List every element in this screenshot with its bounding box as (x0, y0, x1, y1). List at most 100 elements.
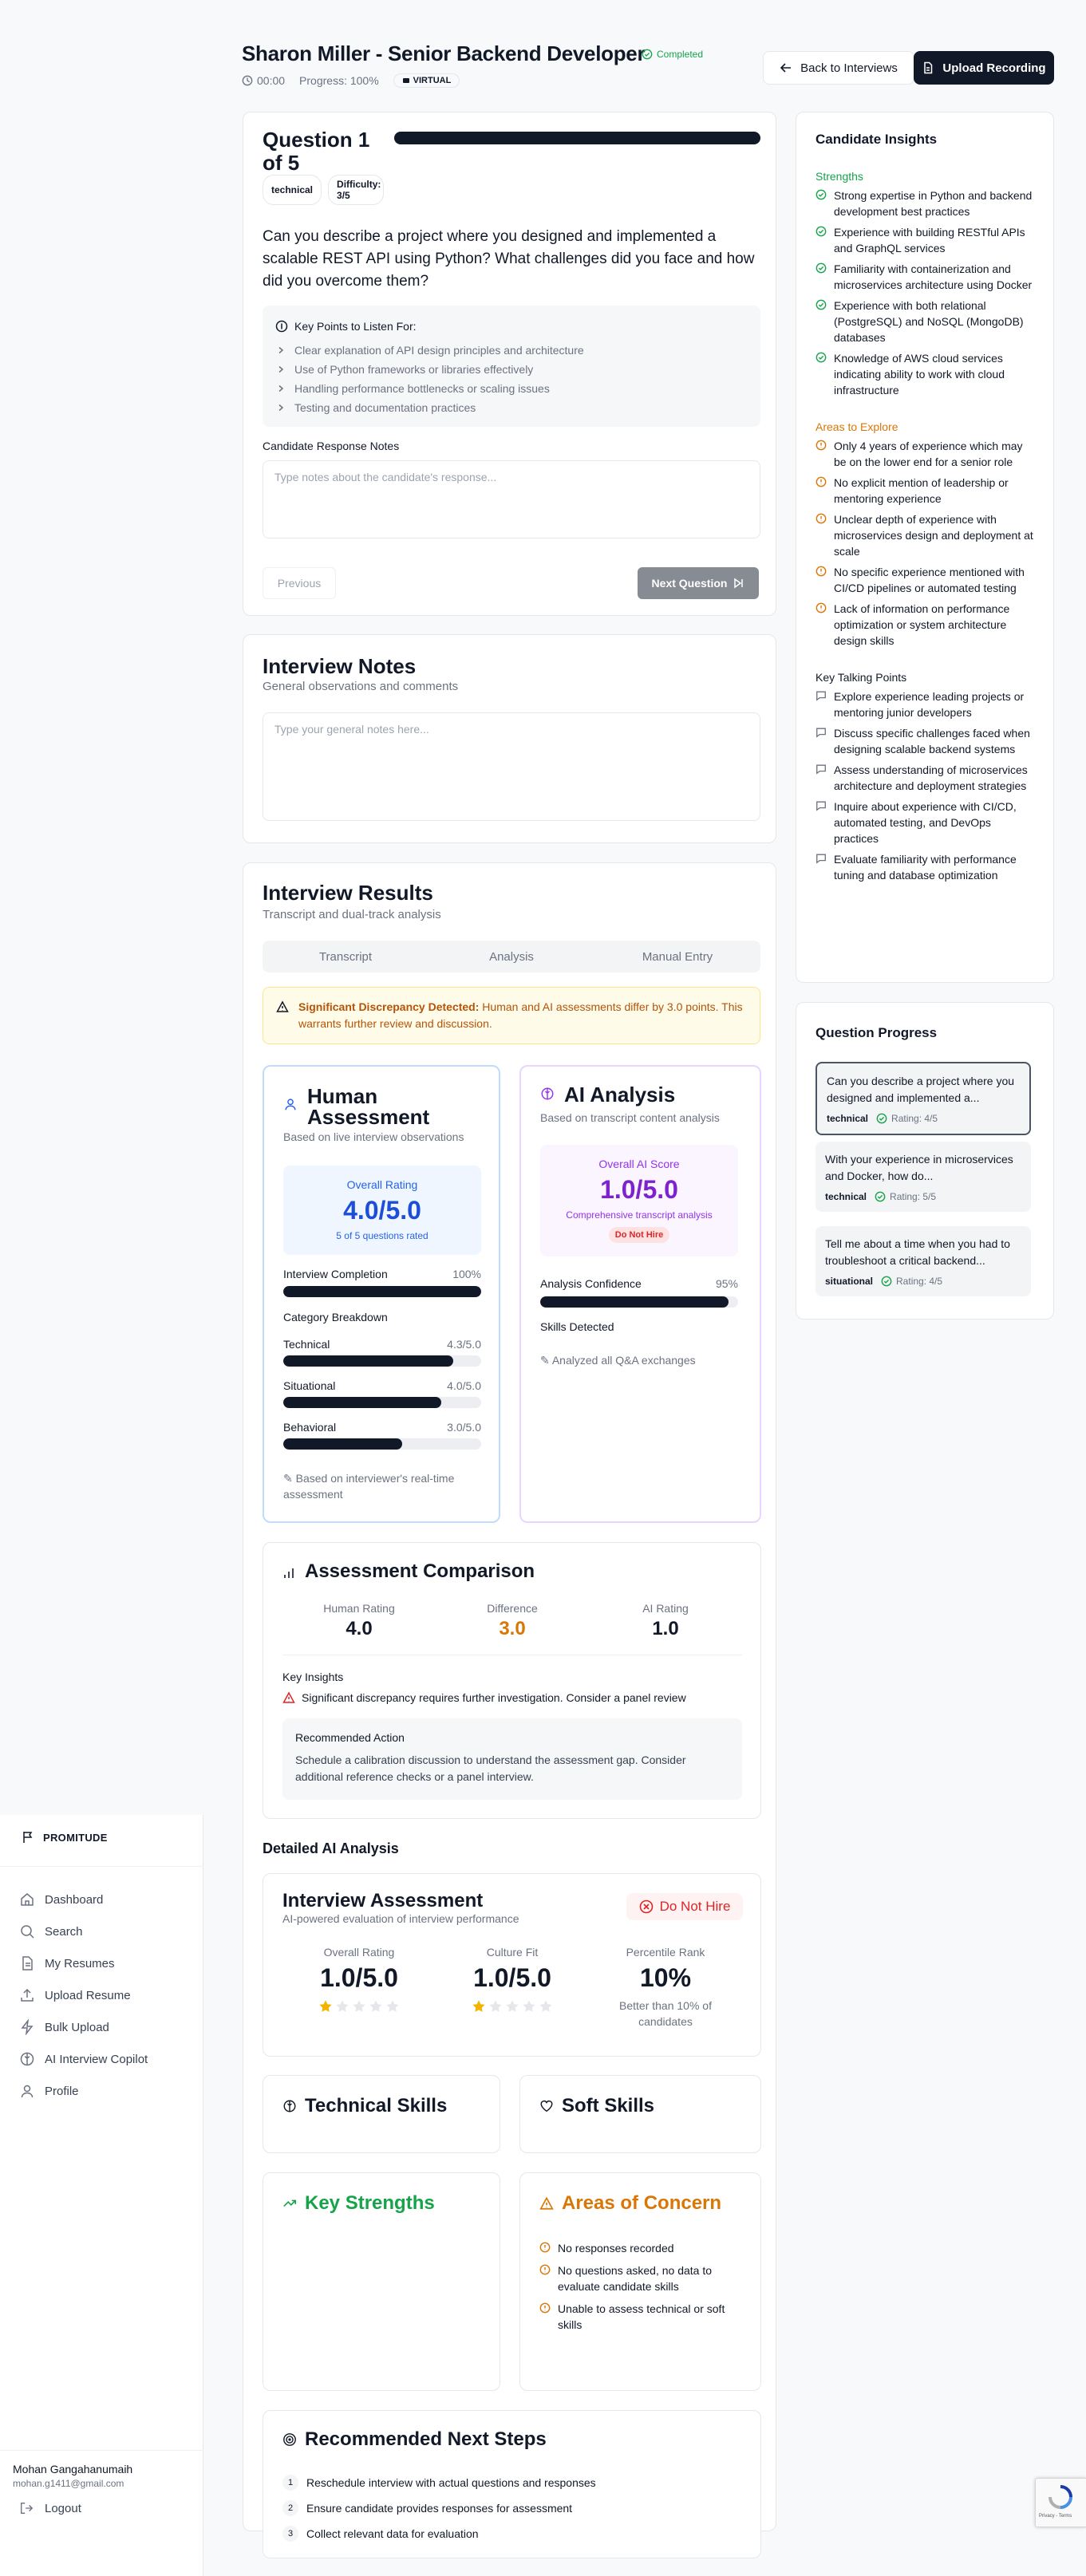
interview-notes-title: Interview Notes (263, 654, 417, 678)
alert-circle-icon (815, 511, 827, 559)
star-empty-icon (523, 2000, 535, 2012)
ai-score-note: Comprehensive transcript analysis (566, 1209, 713, 1221)
upload-recording-button[interactable]: Upload Recording (914, 51, 1054, 85)
sidebar: PROMITUDE Dashboard Search My Resumes Up… (0, 1815, 203, 2576)
skills-detected-label: Skills Detected (540, 1320, 614, 1333)
alert-circle-icon (815, 438, 827, 470)
skip-forward-icon (733, 578, 744, 589)
discrepancy-alert: Significant Discrepancy Detected: Human … (263, 987, 760, 1044)
alert-circle-icon (815, 564, 827, 596)
recommended-action-text: Schedule a calibration discussion to und… (295, 1753, 686, 1783)
status-text: Completed (657, 49, 704, 60)
list-item: Use of Python frameworks or libraries ef… (277, 360, 584, 379)
human-assessment-subtitle: Based on live interview observations (283, 1130, 464, 1143)
general-notes-input[interactable]: Type your general notes here... (263, 712, 760, 821)
mode-badge: VIRTUAL (393, 73, 460, 88)
completion-label: Interview Completion (283, 1268, 388, 1280)
question-tags: technical Difficulty: 3/5 (263, 175, 385, 205)
info-icon (275, 320, 288, 333)
overall-rating-box: Overall Rating 4.0/5.0 5 of 5 questions … (283, 1166, 481, 1255)
list-item: Familiarity with containerization and mi… (815, 261, 1036, 293)
flag-icon (22, 1831, 34, 1844)
assessment-stats: Overall Rating 1.0/5.0 Culture Fit 1.0/5… (282, 1946, 742, 2030)
sidebar-item-profile[interactable]: Profile (19, 2075, 148, 2107)
soft-skills-header: Soft Skills (539, 2095, 654, 2117)
star-filled-icon (472, 2000, 485, 2012)
question-progress-item[interactable]: With your experience in microservices an… (815, 1142, 1031, 1212)
video-icon (402, 77, 410, 85)
strength-text: Familiarity with containerization and mi… (834, 262, 1033, 291)
brain-icon (282, 2099, 297, 2113)
ai-score-box: Overall AI Score 1.0/5.0 Comprehensive t… (540, 1145, 738, 1256)
key-point-text: Clear explanation of API design principl… (294, 344, 584, 357)
technical-skills-title: Technical Skills (305, 2095, 448, 2116)
candidate-insights-card: Candidate Insights Strengths Strong expe… (796, 112, 1054, 983)
upload-icon (19, 1987, 35, 2003)
overall-rating-label: Overall Rating (323, 1946, 395, 1959)
hire-verdict-badge: Do Not Hire (626, 1893, 743, 1920)
search-icon (19, 1923, 35, 1939)
ai-rating-stat: AI Rating 1.0 (589, 1602, 742, 1640)
logout-button[interactable]: Logout (19, 2501, 81, 2515)
next-steps-list: 1 Reschedule interview with actual questi… (282, 2470, 596, 2546)
percentile-value: 10% (639, 1963, 692, 1992)
chevron-right-icon (277, 404, 285, 412)
sidebar-item-dashboard[interactable]: Dashboard (19, 1884, 148, 1915)
overall-rating-value: 4.0/5.0 (343, 1196, 421, 1225)
step-number: 1 (282, 2475, 298, 2491)
question-progress-bar (394, 132, 760, 144)
sidebar-item-upload-resume[interactable]: Upload Resume (19, 1979, 148, 2011)
recaptcha-badge[interactable]: Privacy - Terms (1035, 2478, 1086, 2527)
next-question-button[interactable]: Next Question (638, 567, 759, 599)
interview-notes-subtitle: General observations and comments (263, 680, 459, 693)
list-item: Assess understanding of microservices ar… (815, 762, 1036, 794)
message-icon (815, 762, 827, 794)
category-bar (283, 1397, 481, 1408)
sidebar-item-my-resumes[interactable]: My Resumes (19, 1947, 148, 1979)
logout-icon (19, 2501, 34, 2515)
human-rating-label: Human Rating (323, 1602, 395, 1615)
concern-text: Unable to assess technical or soft skill… (558, 2302, 725, 2331)
strengths-section: Strengths Strong expertise in Python and… (815, 170, 1036, 883)
explore-text: No explicit mention of leadership or men… (834, 476, 1009, 505)
back-to-interviews-button[interactable]: Back to Interviews (763, 51, 914, 85)
sidebar-nav: Dashboard Search My Resumes Upload Resum… (19, 1884, 148, 2107)
warning-triangle-icon (282, 1691, 295, 1704)
candidate-notes-input[interactable]: Type notes about the candidate's respons… (263, 460, 760, 538)
notes-label: Candidate Response Notes (263, 440, 400, 452)
results-tabs: Transcript Analysis Manual Entry (263, 941, 760, 972)
alert-circle-icon (539, 2262, 551, 2294)
confidence-bar (540, 1296, 738, 1308)
question-progress-item[interactable]: Can you describe a project where you des… (815, 1062, 1031, 1135)
list-item: Unclear depth of experience with microse… (815, 511, 1036, 559)
ai-score-label: Overall AI Score (598, 1158, 680, 1170)
sidebar-item-search[interactable]: Search (19, 1915, 148, 1947)
sidebar-item-bulk-upload[interactable]: Bulk Upload (19, 2011, 148, 2043)
overall-rating-value: 1.0/5.0 (320, 1963, 398, 1992)
tab-analysis[interactable]: Analysis (428, 950, 594, 964)
ai-analysis-subtitle: Based on transcript content analysis (540, 1111, 720, 1124)
tab-manual-entry[interactable]: Manual Entry (594, 950, 760, 964)
category-name: Behavioral (283, 1421, 337, 1434)
tab-transcript[interactable]: Transcript (263, 950, 428, 964)
list-item: Testing and documentation practices (277, 398, 584, 417)
sidebar-item-label: AI Interview Copilot (45, 2052, 148, 2066)
technical-skills-card: Technical Skills (263, 2075, 500, 2153)
sidebar-item-ai-interview-copilot[interactable]: AI Interview Copilot (19, 2043, 148, 2075)
question-progress-item[interactable]: Tell me about a time when you had to tro… (815, 1226, 1031, 1296)
explore-text: No specific experience mentioned with CI… (834, 566, 1025, 594)
recaptcha-label: Privacy - Terms (1039, 2514, 1072, 2519)
strength-text: Strong expertise in Python and backend d… (834, 189, 1033, 218)
sidebar-item-label: Bulk Upload (45, 2020, 109, 2034)
interview-notes-card: Interview Notes General observations and… (243, 634, 776, 843)
page-title: Sharon Miller - Senior Backend Developer (242, 41, 646, 65)
concern-text: No questions asked, no data to evaluate … (558, 2264, 713, 2293)
message-icon (815, 688, 827, 720)
insight-text: Significant discrepancy requires further… (302, 1691, 686, 1704)
previous-button[interactable]: Previous (263, 567, 336, 599)
brand[interactable]: PROMITUDE (22, 1831, 108, 1844)
key-points-header: Key Points to Listen For: (275, 320, 417, 333)
explore-text: Only 4 years of experience which may be … (834, 440, 1023, 468)
strength-text: Experience with building RESTful APIs an… (834, 226, 1025, 254)
difficulty-tag: Difficulty: 3/5 (328, 175, 385, 205)
